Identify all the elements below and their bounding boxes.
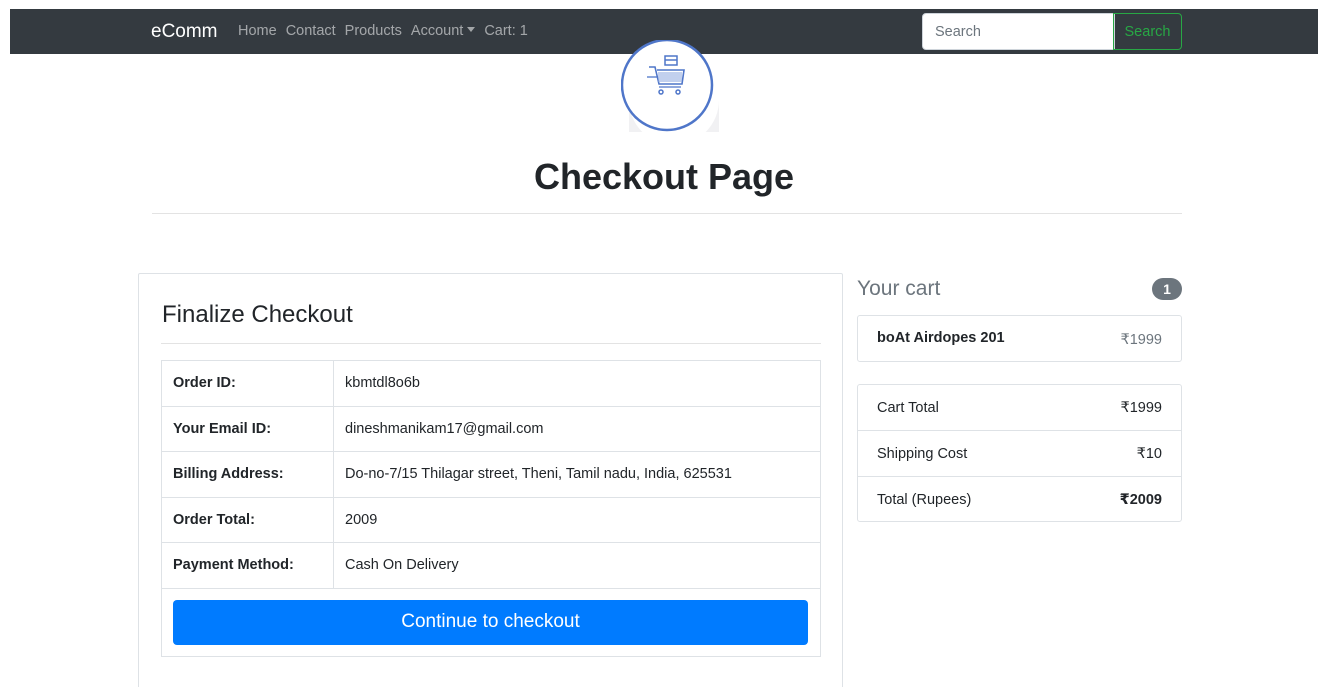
search-button[interactable]: Search xyxy=(1113,13,1182,50)
email-label: Your Email ID: xyxy=(161,405,334,452)
email-value: dineshmanikam17@gmail.com xyxy=(333,405,821,452)
payment-method-label: Payment Method: xyxy=(161,542,334,589)
list-item: Cart Total ₹1999 xyxy=(858,385,1181,431)
brand-link[interactable]: eComm xyxy=(151,21,218,43)
page-title: Checkout Page xyxy=(533,156,795,197)
nav-links: Home Contact Products Account Cart: 1 xyxy=(238,23,537,39)
cart-total-label: Cart Total xyxy=(877,400,939,416)
list-item: Shipping Cost ₹10 xyxy=(858,431,1181,477)
caret-down-icon xyxy=(467,27,476,32)
shopping-cart-icon xyxy=(621,40,719,132)
grand-total-value: ₹2009 xyxy=(1119,492,1162,508)
table-row: Continue to checkout xyxy=(161,587,821,657)
billing-address-label: Billing Address: xyxy=(161,451,334,498)
nav-products[interactable]: Products xyxy=(345,23,402,39)
title-divider xyxy=(152,213,1182,214)
grand-total-label: Total (Rupees) xyxy=(877,492,972,508)
billing-address-value: Do-no-7/15 Thilagar street, Theni, Tamil… xyxy=(333,451,821,498)
nav-account-dropdown[interactable]: Account xyxy=(410,23,476,39)
checkout-card: Finalize Checkout Order ID: kbmtdl8o6b Y… xyxy=(138,273,843,687)
table-row: Your Email ID: dineshmanikam17@gmail.com xyxy=(161,405,821,452)
payment-method-value: Cash On Delivery xyxy=(333,542,821,589)
shipping-cost-value: ₹10 xyxy=(1136,446,1162,462)
cart-total-value: ₹1999 xyxy=(1120,400,1162,416)
list-item: Total (Rupees) ₹2009 xyxy=(858,477,1181,523)
cart-totals: Cart Total ₹1999 Shipping Cost ₹10 Total… xyxy=(857,384,1182,522)
cart-heading: Your cart xyxy=(857,277,941,300)
cart-item-price: ₹1999 xyxy=(1120,332,1162,348)
table-row: Billing Address: Do-no-7/15 Thilagar str… xyxy=(161,451,821,498)
order-total-value: 2009 xyxy=(333,496,821,543)
table-row: Payment Method: Cash On Delivery xyxy=(161,542,821,589)
cart-item-name: boAt Airdopes 201 xyxy=(877,330,1005,346)
list-item: boAt Airdopes 201 ₹1999 xyxy=(857,315,1182,362)
order-id-label: Order ID: xyxy=(161,360,334,407)
shipping-cost-label: Shipping Cost xyxy=(877,446,968,462)
continue-checkout-button[interactable]: Continue to checkout xyxy=(173,599,808,645)
search-input[interactable] xyxy=(922,13,1115,50)
nav-account-label: Account xyxy=(410,23,464,39)
button-cell: Continue to checkout xyxy=(161,587,821,657)
order-total-label: Order Total: xyxy=(161,496,334,543)
checkout-title: Finalize Checkout xyxy=(162,301,353,328)
cart-count-badge: 1 xyxy=(1152,278,1182,300)
checkout-divider xyxy=(161,343,821,344)
order-details-table: Order ID: kbmtdl8o6b Your Email ID: dine… xyxy=(161,360,821,657)
nav-contact[interactable]: Contact xyxy=(286,23,336,39)
table-row: Order Total: 2009 xyxy=(161,496,821,543)
nav-cart[interactable]: Cart: 1 xyxy=(484,23,528,39)
nav-home[interactable]: Home xyxy=(238,23,277,39)
table-row: Order ID: kbmtdl8o6b xyxy=(161,360,821,407)
order-id-value: kbmtdl8o6b xyxy=(333,360,821,407)
